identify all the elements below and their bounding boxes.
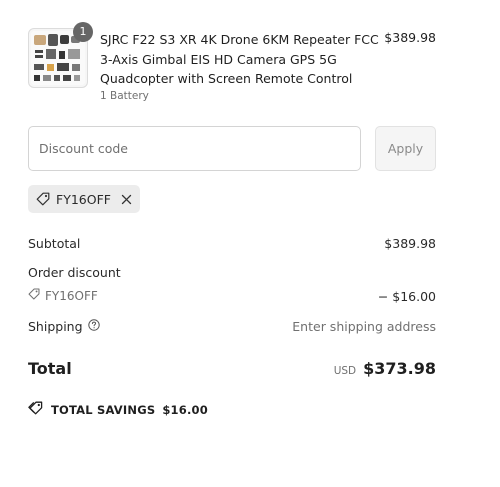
order-discount-label: Order discount	[28, 265, 121, 280]
product-price: $389.98	[384, 30, 436, 45]
savings-label: TOTAL SAVINGS	[51, 402, 156, 417]
apply-button[interactable]: Apply	[375, 126, 436, 171]
total-savings: TOTAL SAVINGS $16.00	[28, 401, 208, 418]
tag-icon	[36, 192, 50, 206]
total-label: Total	[28, 359, 72, 378]
product-title: SJRC F22 S3 XR 4K Drone 6KM Repeater FCC…	[100, 32, 379, 86]
shipping-value: Enter shipping address	[292, 319, 436, 334]
order-discount-code: FY16OFF	[28, 288, 98, 303]
discount-code-input[interactable]	[28, 126, 361, 171]
product-thumbnail: 1	[28, 22, 93, 88]
savings-value: $16.00	[162, 402, 208, 417]
subtotal-label: Subtotal	[28, 236, 81, 251]
order-discount-value: − $16.00	[377, 289, 436, 304]
shipping-label: Shipping	[28, 319, 100, 334]
quantity-badge: 1	[73, 22, 93, 42]
total-value: $373.98	[363, 359, 436, 378]
product-variant: 1 Battery	[100, 90, 149, 102]
help-circle-icon[interactable]	[87, 319, 100, 334]
subtotal-value: $389.98	[384, 236, 436, 251]
line-item: 1 SJRC F22 S3 XR 4K Drone 6KM Repeater F…	[28, 22, 436, 108]
shipping-label-text: Shipping	[28, 319, 83, 334]
tag-icon	[28, 288, 40, 303]
tags-icon	[28, 401, 44, 418]
applied-discount-chip: FY16OFF	[28, 185, 140, 213]
close-icon[interactable]	[121, 194, 132, 205]
applied-code-label: FY16OFF	[56, 191, 111, 207]
currency-code: USD	[333, 365, 357, 377]
order-discount-code-text: FY16OFF	[45, 288, 98, 303]
total-amount: USD $373.98	[334, 359, 436, 378]
